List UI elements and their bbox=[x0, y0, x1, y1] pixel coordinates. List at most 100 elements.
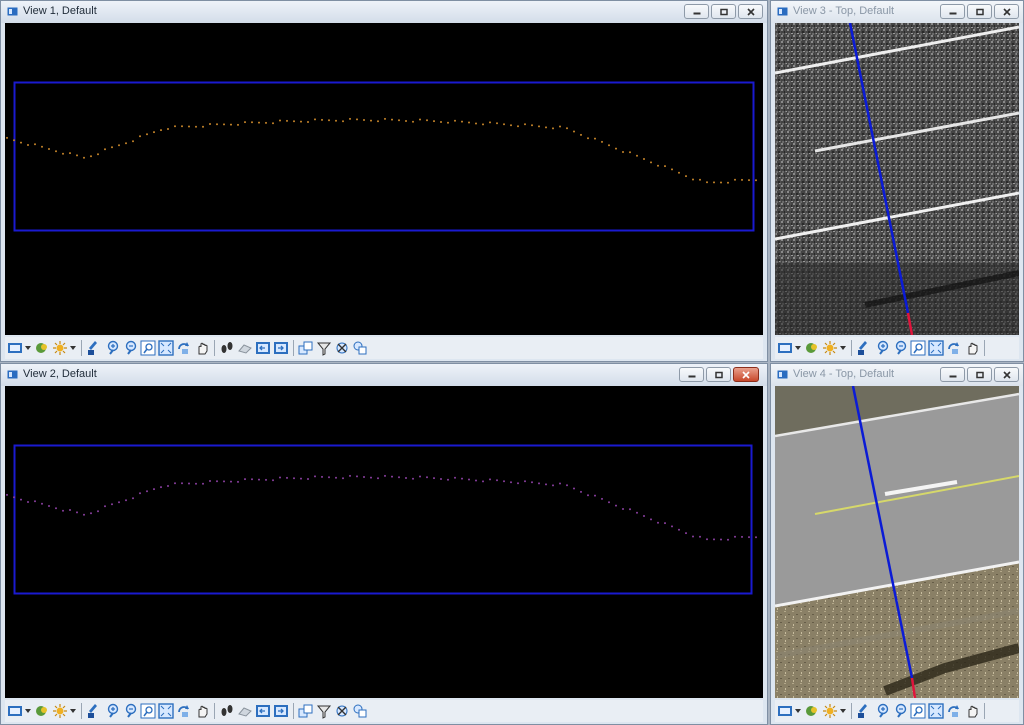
pan-view-button[interactable] bbox=[194, 703, 210, 719]
close-button[interactable] bbox=[733, 367, 759, 382]
view-attributes-button[interactable] bbox=[7, 340, 23, 356]
window-area-button[interactable] bbox=[140, 340, 156, 356]
zoom-in-button[interactable] bbox=[874, 703, 890, 719]
restore-button[interactable] bbox=[711, 4, 736, 19]
clip-volume-button[interactable] bbox=[316, 340, 332, 356]
zoom-in-button[interactable] bbox=[874, 340, 890, 356]
dropdown-arrow-button[interactable] bbox=[25, 703, 32, 719]
update-view-button[interactable] bbox=[86, 703, 102, 719]
dropdown-arrow-button[interactable] bbox=[25, 340, 32, 356]
fit-view-button[interactable] bbox=[928, 340, 944, 356]
view-3-canvas[interactable] bbox=[775, 23, 1019, 335]
zoom-out-button[interactable] bbox=[122, 340, 138, 356]
pan-view-button[interactable] bbox=[964, 703, 980, 719]
walk-button[interactable] bbox=[219, 340, 235, 356]
profile-point bbox=[41, 145, 43, 148]
zoom-out-button[interactable] bbox=[892, 340, 908, 356]
view-1-canvas[interactable] bbox=[5, 23, 763, 335]
view-4-canvas[interactable] bbox=[775, 386, 1019, 698]
display-style-button[interactable] bbox=[34, 340, 50, 356]
view-display-button[interactable] bbox=[352, 703, 368, 719]
close-button[interactable] bbox=[738, 4, 763, 19]
view-3-window[interactable]: View 3 - Top, Default bbox=[770, 0, 1024, 362]
close-button[interactable] bbox=[994, 4, 1019, 19]
dropdown-arrow-button[interactable] bbox=[840, 703, 847, 719]
clip-mask-button[interactable] bbox=[334, 340, 350, 356]
profile-point bbox=[293, 477, 295, 480]
dropdown-arrow-button[interactable] bbox=[840, 340, 847, 356]
minimize-button[interactable] bbox=[679, 367, 704, 382]
view-attributes-button[interactable] bbox=[7, 703, 23, 719]
profile-point bbox=[244, 121, 246, 124]
lighting-button[interactable] bbox=[52, 703, 68, 719]
minimize-button[interactable] bbox=[940, 367, 965, 382]
window-area-button[interactable] bbox=[140, 703, 156, 719]
zoom-in-button[interactable] bbox=[104, 340, 120, 356]
dropdown-arrow-icon bbox=[25, 346, 31, 350]
view-1-titlebar[interactable]: View 1, Default bbox=[1, 1, 767, 23]
rotate-view-button[interactable] bbox=[176, 703, 192, 719]
view-2-titlebar[interactable]: View 2, Default bbox=[1, 364, 767, 386]
restore-button[interactable] bbox=[967, 367, 992, 382]
previous-view-button[interactable] bbox=[255, 340, 271, 356]
view-2-window[interactable]: View 2, Default bbox=[0, 363, 768, 725]
update-view-button[interactable] bbox=[86, 340, 102, 356]
update-view-button[interactable] bbox=[856, 703, 872, 719]
fit-view-button[interactable] bbox=[928, 703, 944, 719]
display-style-button[interactable] bbox=[804, 340, 820, 356]
dropdown-arrow-button[interactable] bbox=[795, 340, 802, 356]
walk-button[interactable] bbox=[219, 703, 235, 719]
rotate-view-button[interactable] bbox=[176, 340, 192, 356]
lighting-button[interactable] bbox=[822, 703, 838, 719]
camera-button[interactable] bbox=[237, 340, 253, 356]
view-display-button[interactable] bbox=[352, 340, 368, 356]
pan-view-button[interactable] bbox=[964, 340, 980, 356]
clip-mask-icon bbox=[336, 342, 348, 354]
dropdown-arrow-button[interactable] bbox=[70, 703, 77, 719]
profile-point bbox=[34, 500, 36, 503]
window-area-button[interactable] bbox=[910, 703, 926, 719]
view-attributes-button[interactable] bbox=[777, 340, 793, 356]
view-4-titlebar[interactable]: View 4 - Top, Default bbox=[771, 364, 1023, 386]
fit-view-button[interactable] bbox=[158, 703, 174, 719]
zoom-in-button[interactable] bbox=[104, 703, 120, 719]
restore-button[interactable] bbox=[967, 4, 992, 19]
camera-button[interactable] bbox=[237, 703, 253, 719]
dropdown-arrow-button[interactable] bbox=[795, 703, 802, 719]
view-2-canvas[interactable] bbox=[5, 386, 763, 698]
lighting-button[interactable] bbox=[822, 340, 838, 356]
view-attributes-button[interactable] bbox=[777, 703, 793, 719]
next-view-button[interactable] bbox=[273, 703, 289, 719]
lighting-button[interactable] bbox=[52, 340, 68, 356]
update-view-icon bbox=[858, 341, 867, 355]
update-view-button[interactable] bbox=[856, 340, 872, 356]
close-button[interactable] bbox=[994, 367, 1019, 382]
zoom-out-button[interactable] bbox=[892, 703, 908, 719]
window-area-button[interactable] bbox=[910, 340, 926, 356]
profile-point bbox=[566, 127, 568, 130]
view-3-titlebar[interactable]: View 3 - Top, Default bbox=[771, 1, 1023, 23]
clip-mask-button[interactable] bbox=[334, 703, 350, 719]
dropdown-arrow-button[interactable] bbox=[70, 340, 77, 356]
profile-point bbox=[132, 140, 134, 143]
minimize-button[interactable] bbox=[684, 4, 709, 19]
restore-button[interactable] bbox=[706, 367, 731, 382]
previous-view-button[interactable] bbox=[255, 703, 271, 719]
display-style-button[interactable] bbox=[804, 703, 820, 719]
next-view-button[interactable] bbox=[273, 340, 289, 356]
profile-point bbox=[482, 123, 484, 126]
copy-view-button[interactable] bbox=[298, 703, 314, 719]
view-4-window[interactable]: View 4 - Top, Default bbox=[770, 363, 1024, 725]
zoom-out-button[interactable] bbox=[122, 703, 138, 719]
profile-point bbox=[363, 476, 365, 478]
copy-view-button[interactable] bbox=[298, 340, 314, 356]
pan-view-button[interactable] bbox=[194, 340, 210, 356]
profile-point bbox=[720, 181, 722, 184]
display-style-button[interactable] bbox=[34, 703, 50, 719]
rotate-view-button[interactable] bbox=[946, 703, 962, 719]
minimize-button[interactable] bbox=[940, 4, 965, 19]
rotate-view-button[interactable] bbox=[946, 340, 962, 356]
fit-view-button[interactable] bbox=[158, 340, 174, 356]
clip-volume-button[interactable] bbox=[316, 703, 332, 719]
view-1-window[interactable]: View 1, Default bbox=[0, 0, 768, 362]
